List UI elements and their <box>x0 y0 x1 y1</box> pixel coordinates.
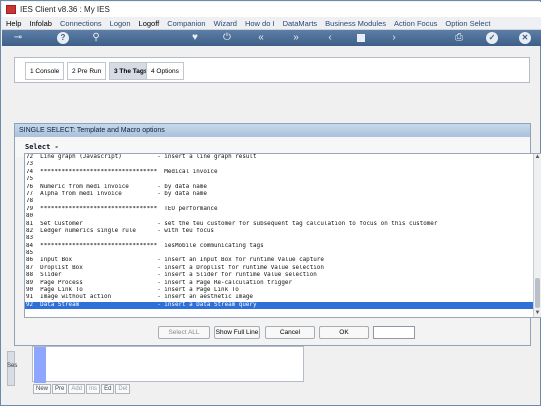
value-input[interactable] <box>373 326 415 339</box>
tab-options[interactable]: 4 Options <box>146 62 184 80</box>
list-item[interactable]: 75 <box>25 176 534 183</box>
list-item[interactable]: 76 Numeric from medi invoice - by data n… <box>25 184 534 191</box>
tab-strip: 1 Console 2 Pre Run 3 The Tags 4 Options <box>14 57 530 83</box>
cancel-button[interactable]: Cancel <box>265 326 315 339</box>
next-icon[interactable]: › <box>388 32 400 44</box>
selected-list-item[interactable]: 92 Data Stream - insert a Data Stream qu… <box>25 301 534 310</box>
list-item[interactable]: 81 Set Customer - set the teu customer f… <box>25 221 534 228</box>
dialog-buttons: Select ALL Show Full Line Cancel OK <box>15 325 532 341</box>
menu-logoff[interactable]: Logoff <box>135 19 164 28</box>
record-nav: New Pre Add Ins Ed Del <box>33 384 131 395</box>
heart-icon[interactable]: ♥ <box>189 32 201 44</box>
app-window: IES Client v8.36 : My IES Help Infolab C… <box>0 0 541 406</box>
menu-option-select[interactable]: Option Select <box>441 19 494 28</box>
rewind-icon[interactable]: « <box>255 32 267 44</box>
menu-action-focus[interactable]: Action Focus <box>390 19 441 28</box>
help-icon[interactable]: ? <box>57 32 69 44</box>
list-item[interactable]: 87 Droplist Box - insert a Droplist for … <box>25 265 534 272</box>
list-item[interactable]: 82 Ledger numerics single rule - with te… <box>25 228 534 235</box>
list-item[interactable]: 79 ********************************* TEU… <box>25 206 534 213</box>
list-item[interactable]: 85 <box>25 250 534 257</box>
toolbar: ⊸ ? ⚲ ♥ ⏻ « » ‹ › ⎙ ✓ ✕ <box>2 30 541 46</box>
key-icon[interactable]: ⊸ <box>10 32 26 44</box>
app-logo-icon <box>6 5 16 14</box>
scroll-up-icon[interactable]: ▲ <box>534 154 541 161</box>
scroll-down-icon[interactable]: ▼ <box>534 310 541 317</box>
stop-icon[interactable] <box>357 34 365 42</box>
select-all-button[interactable]: Select ALL <box>158 326 210 339</box>
prev-icon[interactable]: ‹ <box>324 32 336 44</box>
list-item[interactable]: 86 Input Box - insert an Input Box for r… <box>25 257 534 264</box>
new-button[interactable]: New <box>33 384 52 394</box>
list-item[interactable]: 78 <box>25 198 534 205</box>
list-item[interactable]: 73 <box>25 161 534 168</box>
menu-help[interactable]: Help <box>2 19 25 28</box>
menu-infolab[interactable]: Infolab <box>25 19 56 28</box>
session-label: Ses <box>7 363 18 369</box>
list-item[interactable]: 83 <box>25 235 534 242</box>
list-item[interactable]: 80 <box>25 213 534 220</box>
menu-business-modules[interactable]: Business Modules <box>321 19 390 28</box>
list-item[interactable]: 74 ********************************* Med… <box>25 169 534 176</box>
dialog-title: SINGLE SELECT: Template and Macro option… <box>15 124 530 137</box>
delete-button[interactable]: Del <box>115 384 131 394</box>
add-button[interactable]: Add <box>68 384 86 394</box>
power-icon[interactable]: ⏻ <box>221 32 233 44</box>
lower-panel-bar <box>34 347 46 383</box>
tab-pre-run[interactable]: 2 Pre Run <box>67 62 107 80</box>
menu-connections[interactable]: Connections <box>56 19 106 28</box>
print-icon[interactable]: ⎙ <box>453 32 465 44</box>
tab-console[interactable]: 1 Console <box>25 62 65 80</box>
menu-datamarts[interactable]: DataMarts <box>279 19 322 28</box>
edit-button[interactable]: Ed <box>101 384 115 394</box>
menu-wizard[interactable]: Wizard <box>210 19 241 28</box>
single-select-dialog: SINGLE SELECT: Template and Macro option… <box>14 123 541 346</box>
scroll-thumb[interactable] <box>535 278 540 308</box>
fast-forward-icon[interactable]: » <box>290 32 302 44</box>
list-item[interactable]: 90 Page Link To - insert a Page Link To <box>25 287 534 294</box>
options-listbox[interactable]: 72 Line graph (Javascript) - insert a li… <box>24 153 541 318</box>
insert-button[interactable]: Ins <box>86 384 101 394</box>
list-item[interactable]: 77 Alpha from medi invoice - by data nam… <box>25 191 534 198</box>
menu-bar: Help Infolab Connections Logon Logoff Co… <box>2 17 541 30</box>
title-bar: IES Client v8.36 : My IES <box>2 2 541 17</box>
list-item[interactable]: 91 Image without action - insert an aest… <box>25 294 534 301</box>
window-title: IES Client v8.36 : My IES <box>20 5 110 14</box>
close-icon[interactable]: ✕ <box>519 32 531 44</box>
list-item[interactable]: 84 ********************************* ies… <box>25 243 534 250</box>
list-item[interactable]: 72 Line graph (Javascript) - insert a li… <box>25 154 534 161</box>
options-list: 72 Line graph (Javascript) - insert a li… <box>25 154 534 317</box>
menu-companion[interactable]: Companion <box>163 19 209 28</box>
vertical-scrollbar[interactable]: ▲ ▼ <box>533 154 541 317</box>
previous-button[interactable]: Pre <box>52 384 68 394</box>
ok-button[interactable]: OK <box>319 326 369 339</box>
menu-how-do-i[interactable]: How do I <box>241 19 279 28</box>
list-item[interactable]: 88 Slider - insert a Slider for runtime … <box>25 272 534 279</box>
search-icon[interactable]: ⚲ <box>90 32 102 44</box>
lower-panel <box>32 346 304 383</box>
show-full-line-button[interactable]: Show Full Line <box>214 326 260 339</box>
list-item[interactable]: 89 Page Process - insert a Page Re-calcu… <box>25 280 534 287</box>
confirm-icon[interactable]: ✓ <box>486 32 498 44</box>
menu-logon[interactable]: Logon <box>106 19 135 28</box>
